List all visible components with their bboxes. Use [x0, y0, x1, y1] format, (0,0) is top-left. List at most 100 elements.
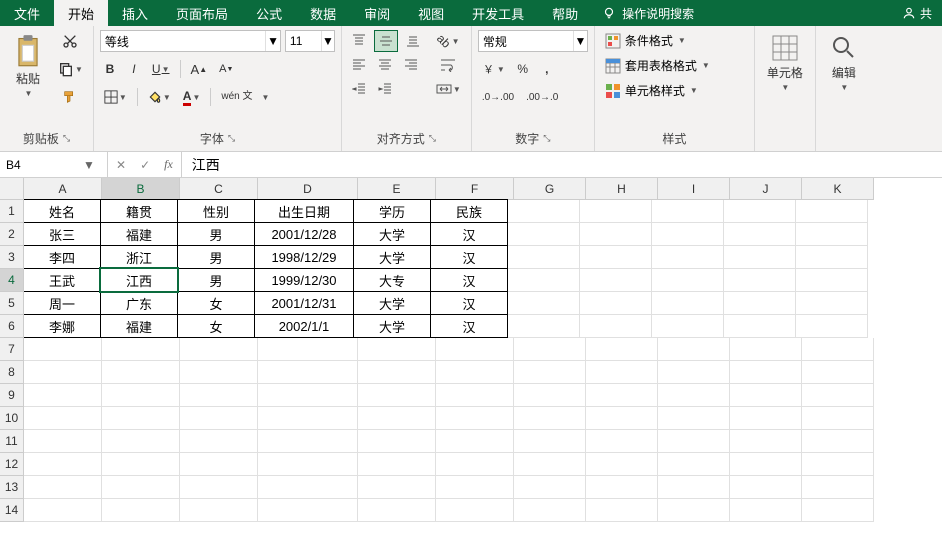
row-header-14[interactable]: 14	[0, 499, 24, 522]
column-header-I[interactable]: I	[658, 178, 730, 200]
align-middle-button[interactable]	[374, 30, 398, 52]
cell-G9[interactable]	[514, 384, 586, 407]
column-header-F[interactable]: F	[436, 178, 514, 200]
cell-C5[interactable]: 女	[177, 291, 255, 315]
cell-B14[interactable]	[102, 499, 180, 522]
cell-A9[interactable]	[24, 384, 102, 407]
cell-D1[interactable]: 出生日期	[254, 199, 354, 223]
cell-C6[interactable]: 女	[177, 314, 255, 338]
row-header-2[interactable]: 2	[0, 223, 24, 246]
cell-E13[interactable]	[358, 476, 436, 499]
wrap-text-button[interactable]	[432, 54, 465, 76]
row-header-8[interactable]: 8	[0, 361, 24, 384]
column-header-D[interactable]: D	[258, 178, 358, 200]
cell-D4[interactable]: 1999/12/30	[254, 268, 354, 292]
tab-developer[interactable]: 开发工具	[458, 0, 538, 26]
tab-insert[interactable]: 插入	[108, 0, 162, 26]
align-top-button[interactable]	[348, 30, 370, 52]
cell-J11[interactable]	[730, 430, 802, 453]
cell-J13[interactable]	[730, 476, 802, 499]
row-header-1[interactable]: 1	[0, 200, 24, 223]
cell-A13[interactable]	[24, 476, 102, 499]
column-header-A[interactable]: A	[24, 178, 102, 200]
cell-J12[interactable]	[730, 453, 802, 476]
cell-K4[interactable]	[796, 269, 868, 292]
cell-A7[interactable]	[24, 338, 102, 361]
cell-C4[interactable]: 男	[177, 268, 255, 292]
cell-J4[interactable]	[724, 269, 796, 292]
cell-G1[interactable]	[508, 200, 580, 223]
cell-H5[interactable]	[580, 292, 652, 315]
cell-E3[interactable]: 大学	[353, 245, 431, 269]
phonetic-guide-button[interactable]: wén 文	[217, 86, 256, 108]
borders-button[interactable]: ▼	[100, 86, 131, 108]
cell-F10[interactable]	[436, 407, 514, 430]
cell-A12[interactable]	[24, 453, 102, 476]
font-size-input[interactable]	[286, 34, 321, 48]
cell-B8[interactable]	[102, 361, 180, 384]
bold-button[interactable]: B	[100, 58, 120, 80]
cell-B2[interactable]: 福建	[100, 222, 178, 246]
cell-F14[interactable]	[436, 499, 514, 522]
cell-J14[interactable]	[730, 499, 802, 522]
editing-button[interactable]: 编辑 ▼	[822, 30, 866, 96]
cell-H10[interactable]	[586, 407, 658, 430]
cell-G6[interactable]	[508, 315, 580, 338]
cell-H11[interactable]	[586, 430, 658, 453]
cell-I5[interactable]	[652, 292, 724, 315]
column-header-J[interactable]: J	[730, 178, 802, 200]
cell-G10[interactable]	[514, 407, 586, 430]
row-header-13[interactable]: 13	[0, 476, 24, 499]
cancel-formula-button[interactable]: ✕	[116, 158, 126, 172]
cell-J1[interactable]	[724, 200, 796, 223]
cell-F2[interactable]: 汉	[430, 222, 508, 246]
cell-J6[interactable]	[724, 315, 796, 338]
italic-button[interactable]: I	[124, 58, 144, 80]
tab-file[interactable]: 文件	[0, 0, 54, 26]
cell-G2[interactable]	[508, 223, 580, 246]
column-header-B[interactable]: B	[102, 178, 180, 200]
cell-styles-button[interactable]: 单元格样式▼	[601, 80, 714, 101]
cell-H9[interactable]	[586, 384, 658, 407]
row-header-11[interactable]: 11	[0, 430, 24, 453]
cell-E2[interactable]: 大学	[353, 222, 431, 246]
cell-B1[interactable]: 籍贯	[100, 199, 178, 223]
align-center-button[interactable]	[374, 54, 396, 76]
cell-G5[interactable]	[508, 292, 580, 315]
cell-F3[interactable]: 汉	[430, 245, 508, 269]
cell-E14[interactable]	[358, 499, 436, 522]
cell-I6[interactable]	[652, 315, 724, 338]
fill-color-button[interactable]: ▼	[144, 86, 175, 108]
cell-K6[interactable]	[796, 315, 868, 338]
name-box-input[interactable]	[0, 158, 80, 172]
percent-button[interactable]: %	[513, 58, 533, 80]
dialog-launcher-icon[interactable]: ⤡	[63, 133, 70, 144]
cell-C12[interactable]	[180, 453, 258, 476]
cell-G14[interactable]	[514, 499, 586, 522]
cell-H1[interactable]	[580, 200, 652, 223]
cell-D6[interactable]: 2002/1/1	[254, 314, 354, 338]
cell-I9[interactable]	[658, 384, 730, 407]
cell-E8[interactable]	[358, 361, 436, 384]
row-header-3[interactable]: 3	[0, 246, 24, 269]
cell-G3[interactable]	[508, 246, 580, 269]
merge-center-button[interactable]: ▼	[432, 78, 465, 100]
cell-B7[interactable]	[102, 338, 180, 361]
cell-C2[interactable]: 男	[177, 222, 255, 246]
cell-D9[interactable]	[258, 384, 358, 407]
cell-F11[interactable]	[436, 430, 514, 453]
cell-D13[interactable]	[258, 476, 358, 499]
cell-G8[interactable]	[514, 361, 586, 384]
row-header-7[interactable]: 7	[0, 338, 24, 361]
chevron-down-icon[interactable]: ▼	[80, 158, 98, 172]
cell-J9[interactable]	[730, 384, 802, 407]
cell-D12[interactable]	[258, 453, 358, 476]
tab-home[interactable]: 开始	[54, 0, 108, 26]
cell-F12[interactable]	[436, 453, 514, 476]
number-format-input[interactable]	[479, 34, 573, 48]
cell-A4[interactable]: 王武	[24, 268, 101, 292]
cell-D3[interactable]: 1998/12/29	[254, 245, 354, 269]
orientation-button[interactable]: ab▼	[432, 30, 465, 52]
comma-button[interactable]: ,	[537, 58, 557, 80]
cell-G12[interactable]	[514, 453, 586, 476]
